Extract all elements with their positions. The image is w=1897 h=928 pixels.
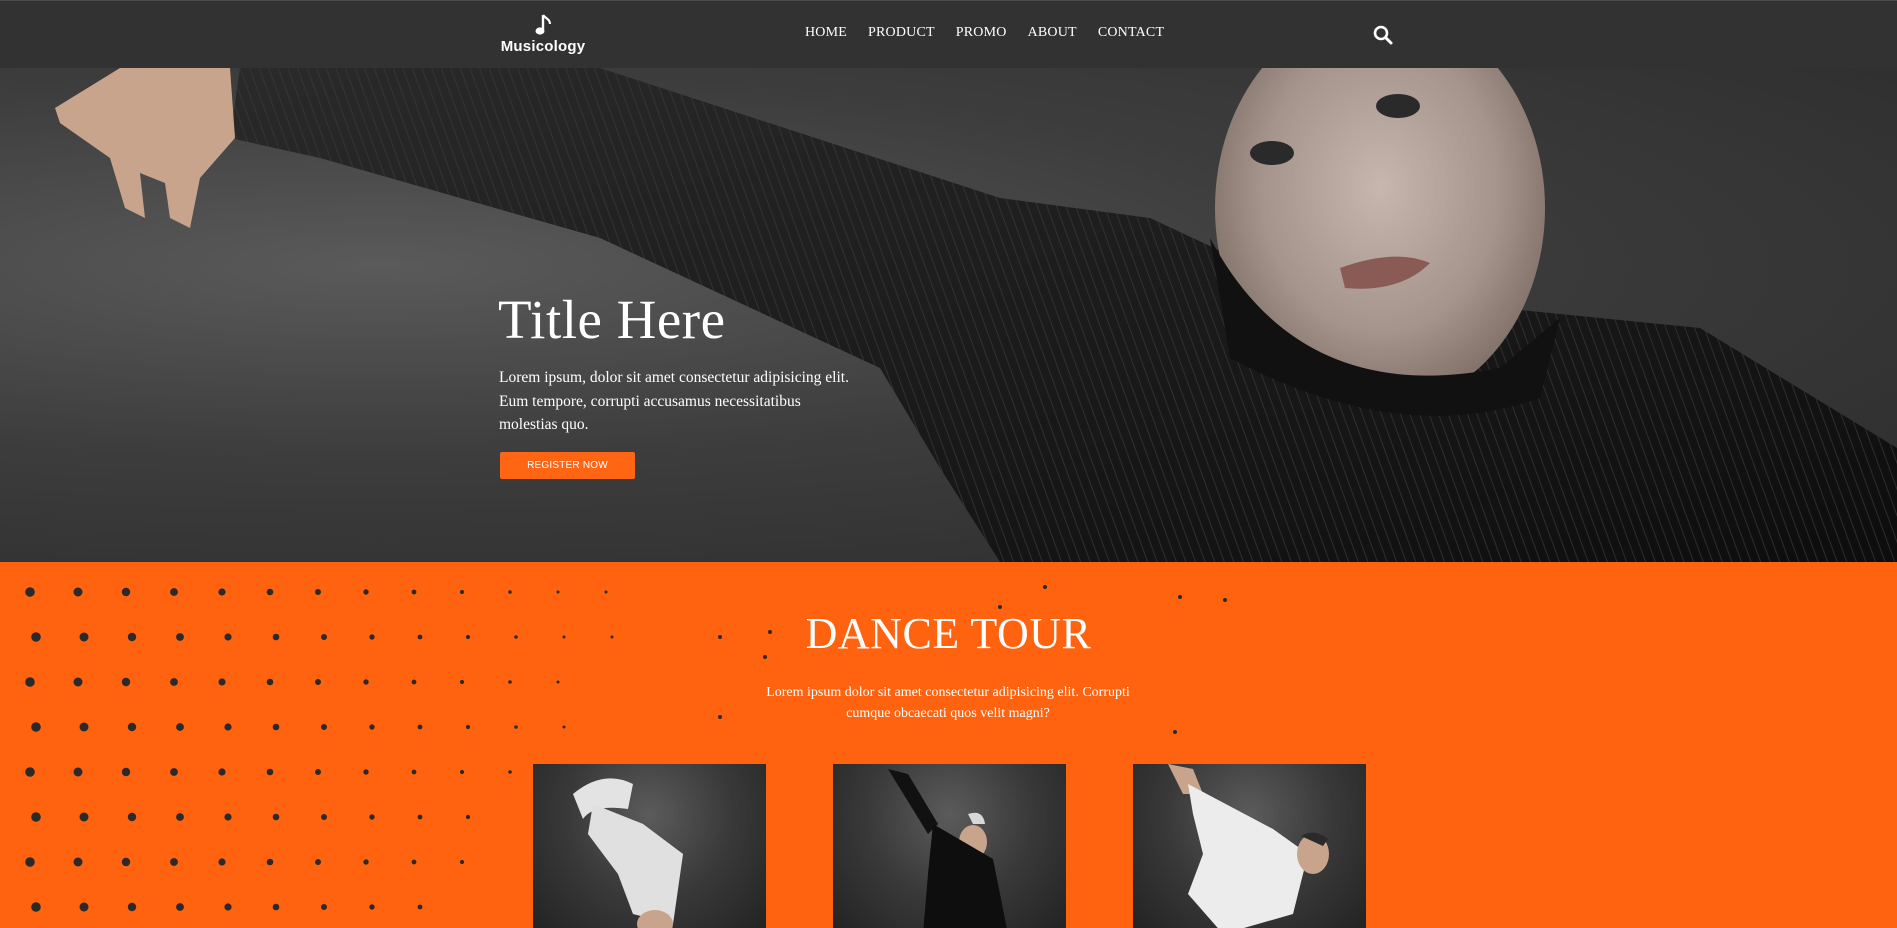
- hero-dancer-image: [55, 68, 1897, 562]
- nav-link-about[interactable]: ABOUT: [1028, 25, 1077, 41]
- nav-link-product[interactable]: PRODUCT: [868, 25, 935, 41]
- search-icon: [1373, 25, 1393, 45]
- top-navbar: Musicology HOME PRODUCT PROMO ABOUT CONT…: [0, 0, 1897, 68]
- music-note-icon: [535, 14, 552, 35]
- dancer-white-outfit-crouch-photo: [1168, 764, 1329, 928]
- main-nav: HOME PRODUCT PROMO ABOUT CONTACT: [805, 25, 1185, 41]
- search-button[interactable]: [1372, 24, 1394, 46]
- tour-description: Lorem ipsum dolor sit amet consectetur a…: [766, 685, 1130, 721]
- register-now-button[interactable]: REGISTER NOW: [500, 452, 635, 479]
- tour-card-2[interactable]: [833, 764, 1066, 928]
- hero-section: Title Here Lorem ipsum, dolor sit amet c…: [0, 68, 1897, 562]
- dancer-black-outfit-photo: [888, 769, 1007, 928]
- breakdancer-white-outfit-photo: [573, 778, 683, 928]
- nav-link-contact[interactable]: CONTACT: [1098, 25, 1164, 41]
- hero-description: Lorem ipsum, dolor sit amet consectetur …: [499, 369, 849, 433]
- brand-name: Musicology: [500, 38, 586, 55]
- dance-tour-section: DANCE TOUR Lorem ipsum dolor sit amet co…: [0, 562, 1897, 928]
- tour-title: DANCE TOUR: [805, 609, 1092, 658]
- hero-title: Title Here: [498, 289, 726, 350]
- nav-link-promo[interactable]: PROMO: [956, 25, 1007, 41]
- nav-link-home[interactable]: HOME: [805, 25, 847, 41]
- brand-logo[interactable]: Musicology: [498, 13, 588, 59]
- tour-card-1[interactable]: [533, 764, 766, 928]
- tour-card-3[interactable]: [1133, 764, 1366, 928]
